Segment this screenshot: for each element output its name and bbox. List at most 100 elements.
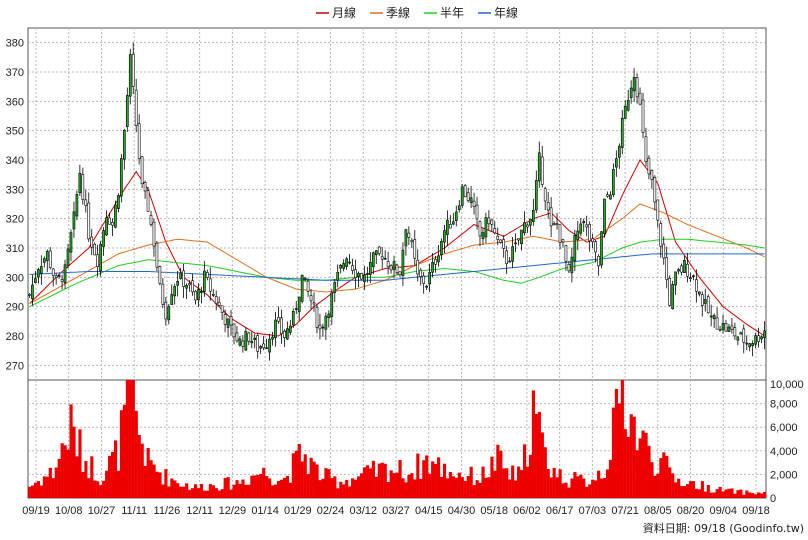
candle-body bbox=[336, 272, 340, 281]
volume-bar bbox=[724, 489, 728, 498]
volume-bar bbox=[128, 380, 132, 498]
volume-bar bbox=[84, 461, 88, 498]
candle-body bbox=[620, 117, 624, 148]
volume-bar bbox=[274, 484, 278, 498]
candle-body bbox=[392, 261, 396, 270]
candle-body bbox=[451, 221, 455, 225]
volume-bar bbox=[362, 467, 367, 498]
candle-body bbox=[644, 136, 648, 162]
volume-bar bbox=[653, 475, 657, 498]
candle-body bbox=[72, 211, 76, 230]
candle-body bbox=[280, 317, 283, 335]
candle-body bbox=[271, 336, 274, 340]
candle-body bbox=[591, 238, 594, 242]
candle-body bbox=[31, 284, 34, 300]
volume-bar bbox=[650, 462, 654, 498]
candle-body bbox=[505, 250, 509, 264]
volume-bar bbox=[694, 488, 699, 498]
candle-body bbox=[360, 273, 363, 280]
candle-body bbox=[371, 252, 375, 268]
volume-bar bbox=[161, 484, 165, 498]
volume-bar bbox=[368, 468, 373, 498]
candle-body bbox=[534, 180, 538, 211]
candle-body bbox=[564, 245, 568, 262]
candle-body bbox=[656, 199, 660, 221]
candle-body bbox=[502, 239, 506, 249]
candle-body bbox=[626, 99, 630, 111]
volume-bar bbox=[327, 469, 331, 498]
volume-bar bbox=[451, 476, 455, 498]
volume-bar bbox=[742, 494, 746, 498]
volume-bar bbox=[217, 490, 221, 498]
volume-bar bbox=[481, 466, 485, 498]
candle-body bbox=[96, 254, 99, 268]
volume-bar bbox=[490, 456, 494, 498]
volume-bar bbox=[552, 467, 556, 498]
volume-bar bbox=[324, 468, 328, 498]
volume-bar bbox=[401, 478, 405, 498]
volume-bar bbox=[757, 492, 761, 498]
candle-body bbox=[508, 260, 511, 263]
volume-bar bbox=[113, 440, 118, 498]
volume-bar bbox=[54, 467, 58, 498]
candle-body bbox=[523, 222, 526, 234]
volume-bar bbox=[434, 463, 438, 498]
date-tick-label: 07/03 bbox=[579, 505, 607, 517]
candle-body bbox=[680, 265, 683, 273]
volume-tick-label: 6,000 bbox=[770, 422, 798, 434]
candle-body bbox=[629, 87, 633, 99]
candle-body bbox=[389, 265, 393, 271]
data-date-footer: 資料日期: 09/18 (Goodinfo.tw) bbox=[643, 521, 804, 535]
candle-body bbox=[167, 306, 171, 321]
volume-bar bbox=[644, 432, 648, 498]
volume-bar bbox=[48, 467, 52, 498]
candle-body bbox=[226, 318, 230, 328]
volume-bar bbox=[102, 480, 106, 498]
candle-body bbox=[241, 340, 245, 347]
volume-bar bbox=[677, 478, 681, 498]
volume-bar bbox=[208, 484, 212, 498]
price-panel bbox=[27, 27, 767, 381]
volume-bar bbox=[739, 489, 743, 498]
candle-body bbox=[383, 257, 387, 260]
candle-body bbox=[558, 224, 562, 243]
volume-bar bbox=[75, 456, 79, 498]
volume-bar bbox=[288, 482, 292, 498]
date-tick-label: 03/27 bbox=[382, 505, 410, 517]
volume-bar bbox=[567, 487, 571, 498]
volume-bar bbox=[256, 474, 260, 498]
candle-body bbox=[718, 328, 722, 331]
volume-bar bbox=[69, 404, 73, 498]
candle-body bbox=[211, 294, 215, 296]
candle-body bbox=[155, 242, 159, 268]
candle-body bbox=[247, 332, 251, 342]
candle-body bbox=[446, 219, 449, 235]
candle-body bbox=[609, 194, 612, 200]
candle-body bbox=[585, 224, 589, 228]
volume-bar bbox=[597, 470, 601, 498]
volume-bar bbox=[576, 476, 580, 498]
volume-bar bbox=[345, 479, 349, 498]
candle-body bbox=[529, 218, 532, 226]
volume-bar bbox=[602, 477, 607, 498]
candle-body bbox=[318, 324, 322, 330]
price-tick-label: 290 bbox=[6, 302, 24, 314]
candle-body bbox=[351, 265, 354, 271]
candle-body bbox=[416, 259, 420, 275]
volume-bar bbox=[688, 481, 693, 498]
candle-body bbox=[108, 217, 111, 225]
date-tick-label: 05/18 bbox=[480, 505, 508, 517]
volume-bar bbox=[763, 491, 767, 498]
candle-body bbox=[63, 264, 67, 284]
candle-body bbox=[315, 306, 319, 328]
candle-body bbox=[659, 223, 663, 247]
date-tick-label: 09/19 bbox=[22, 505, 50, 517]
candle-body bbox=[555, 223, 559, 225]
price-tick-label: 360 bbox=[6, 96, 24, 108]
volume-bar bbox=[425, 455, 429, 498]
candle-body bbox=[217, 301, 221, 306]
volume-bar bbox=[57, 458, 61, 498]
volume-bar bbox=[404, 482, 408, 498]
volume-bar bbox=[78, 429, 82, 498]
volume-bar bbox=[125, 380, 129, 498]
